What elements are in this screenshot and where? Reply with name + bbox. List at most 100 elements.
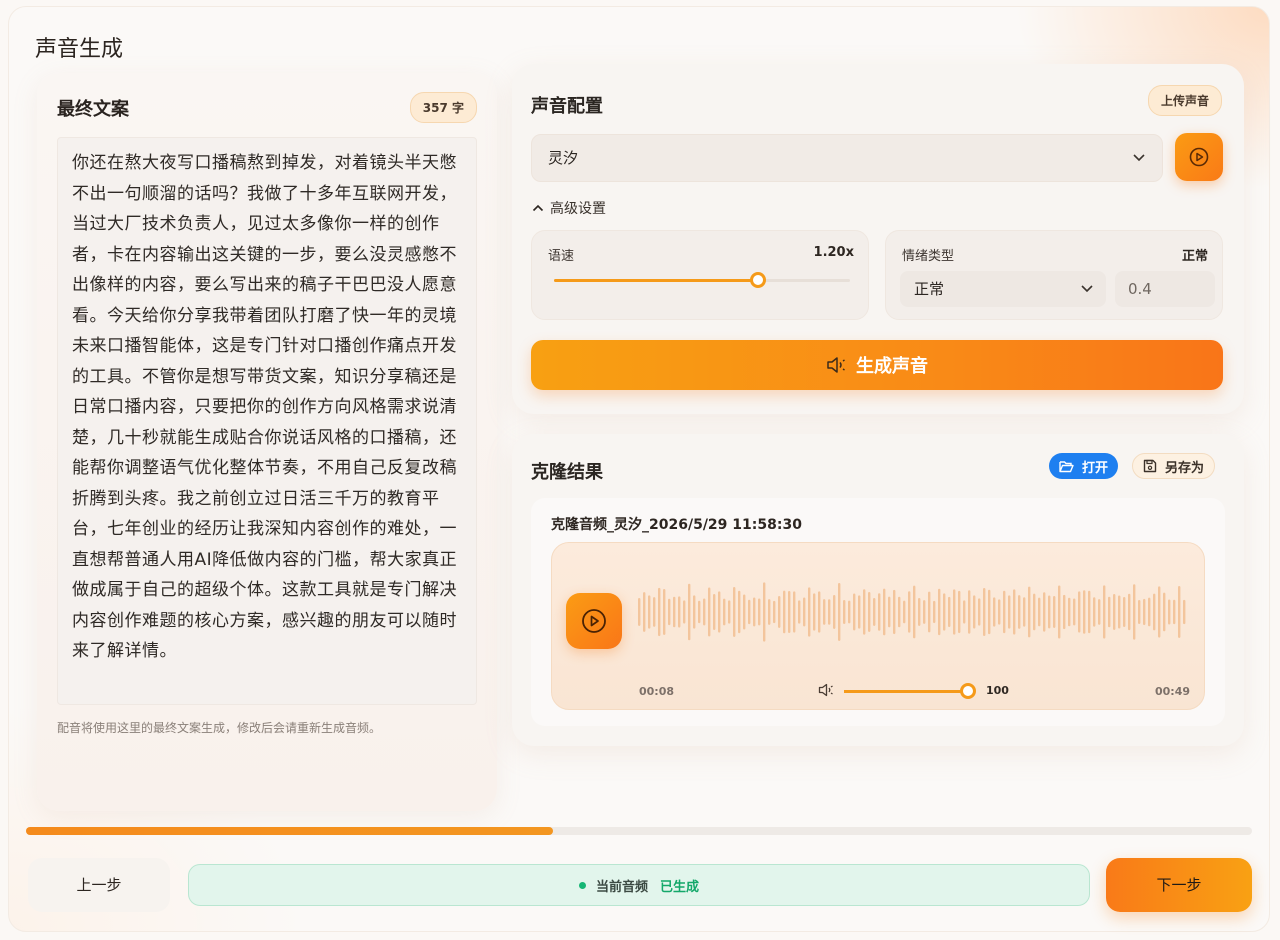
waveform-bar	[1013, 589, 1016, 635]
char-count-badge: 357 字	[409, 92, 477, 123]
waveform-bar	[903, 600, 906, 624]
emotion-select-value: 正常	[914, 280, 945, 298]
speed-value: 1.20x	[813, 245, 854, 260]
waveform-bar	[1178, 586, 1181, 638]
waveform-bar	[1138, 599, 1141, 625]
waveform-bar	[758, 598, 761, 626]
waveform-bar	[1043, 592, 1046, 632]
waveform-bar	[918, 598, 921, 626]
waveform-bar	[1063, 594, 1066, 630]
waveform-bar	[703, 598, 706, 626]
waveform-bar	[1173, 599, 1176, 625]
advanced-settings-toggle[interactable]: 高级设置	[532, 198, 606, 218]
waveform-bar	[893, 589, 896, 635]
open-folder-button[interactable]: 打开	[1049, 453, 1119, 479]
waveform-bar	[1038, 597, 1041, 627]
script-note: 配音将使用这里的最终文案生成，修改后会请重新生成音频。	[57, 721, 382, 735]
waveform-bar	[798, 600, 801, 624]
waveform-bar	[1033, 593, 1036, 631]
waveform-bar	[638, 598, 641, 626]
previous-step-button[interactable]: 上一步	[28, 858, 170, 912]
waveform-bar	[1058, 585, 1061, 639]
clone-result-title: 克隆结果	[531, 462, 603, 483]
waveform-bar	[738, 590, 741, 634]
waveform[interactable]	[638, 581, 1190, 643]
waveform-bar	[963, 600, 966, 624]
preview-voice-button[interactable]	[1175, 133, 1223, 181]
waveform-bar	[828, 599, 831, 625]
waveform-bar	[803, 597, 806, 627]
upload-voice-button[interactable]: 上传声音	[1147, 85, 1222, 116]
waveform-bar	[1023, 597, 1026, 627]
waveform-bar	[643, 592, 646, 632]
waveform-bar	[1078, 591, 1081, 633]
waveform-bar	[773, 600, 776, 624]
waveform-bar	[913, 585, 916, 639]
waveform-bar	[1183, 599, 1186, 625]
step-progress-bar	[26, 827, 1252, 835]
next-step-button[interactable]: 下一步	[1106, 858, 1252, 912]
waveform-bar	[1053, 595, 1056, 629]
open-label: 打开	[1082, 460, 1109, 476]
waveform-bar	[1168, 599, 1171, 625]
play-circle-icon	[582, 609, 606, 633]
waveform-bar	[953, 589, 956, 635]
waveform-bar	[898, 596, 901, 628]
waveform-bar	[1018, 595, 1021, 629]
audio-result: 克隆音频_灵汐_2026/5/29 11:58:30 00:08 100 00:…	[531, 498, 1225, 726]
waveform-bar	[998, 599, 1001, 625]
waveform-bar	[883, 588, 886, 636]
volume-slider-handle[interactable]	[960, 683, 976, 699]
clone-result-card: 克隆结果 打开 另存为 克隆音频_灵汐_2026/5/29 11:58:30 0…	[512, 434, 1244, 746]
waveform-bar	[1118, 595, 1121, 629]
waveform-bar	[948, 596, 951, 628]
waveform-bar	[1003, 590, 1006, 634]
waveform-bar	[1148, 597, 1151, 627]
waveform-bar	[723, 598, 726, 626]
waveform-bar	[1098, 599, 1101, 625]
waveform-bar	[663, 589, 666, 635]
waveform-bar	[683, 600, 686, 624]
waveform-bar	[1123, 596, 1126, 628]
waveform-bar	[768, 599, 771, 625]
waveform-bar	[733, 587, 736, 637]
emotion-label: 情绪类型	[902, 249, 955, 264]
voice-select[interactable]: 灵汐	[531, 134, 1163, 182]
audio-player: 00:08 100 00:49	[551, 542, 1205, 710]
generate-voice-button[interactable]: 生成声音	[531, 340, 1223, 390]
waveform-bar	[748, 599, 751, 625]
speaker-icon	[827, 357, 845, 373]
waveform-bar	[1113, 594, 1116, 630]
current-time: 00:08	[639, 685, 675, 698]
volume-slider[interactable]	[844, 683, 976, 699]
voice-config-title: 声音配置	[531, 96, 603, 117]
waveform-bar	[873, 597, 876, 627]
volume-slider-fill	[844, 690, 968, 693]
waveform-bar	[1088, 590, 1091, 634]
waveform-bar	[1093, 597, 1096, 627]
waveform-bar	[658, 587, 661, 637]
waveform-bar	[1008, 595, 1011, 629]
speed-label: 语速	[548, 249, 575, 264]
emotion-select[interactable]: 正常	[900, 271, 1106, 307]
emotion-value: 正常	[1181, 249, 1208, 264]
play-circle-icon	[1189, 147, 1209, 167]
script-textarea[interactable]: 你还在熬大夜写口播稿熬到掉发，对着镜头半天憋不出一句顺溜的话吗？我做了十多年互联…	[57, 137, 477, 705]
waveform-bar	[1103, 585, 1106, 639]
speed-slider-handle[interactable]	[750, 272, 767, 288]
emotion-weight-input[interactable]: 0.4	[1115, 271, 1215, 307]
waveform-bar	[813, 593, 816, 631]
speed-slider[interactable]	[554, 272, 850, 288]
waveform-bar	[793, 591, 796, 633]
waveform-bar	[1083, 590, 1086, 634]
waveform-bar	[863, 589, 866, 635]
waveform-bar	[698, 600, 701, 624]
waveform-bar	[778, 596, 781, 628]
waveform-bar	[1068, 597, 1071, 627]
status-label: 当前音频	[595, 879, 648, 895]
save-as-button[interactable]: 另存为	[1132, 453, 1216, 479]
generate-voice-label: 生成声音	[856, 356, 928, 377]
volume-icon[interactable]	[818, 682, 834, 701]
waveform-bar	[888, 596, 891, 628]
player-play-button[interactable]	[566, 593, 622, 649]
